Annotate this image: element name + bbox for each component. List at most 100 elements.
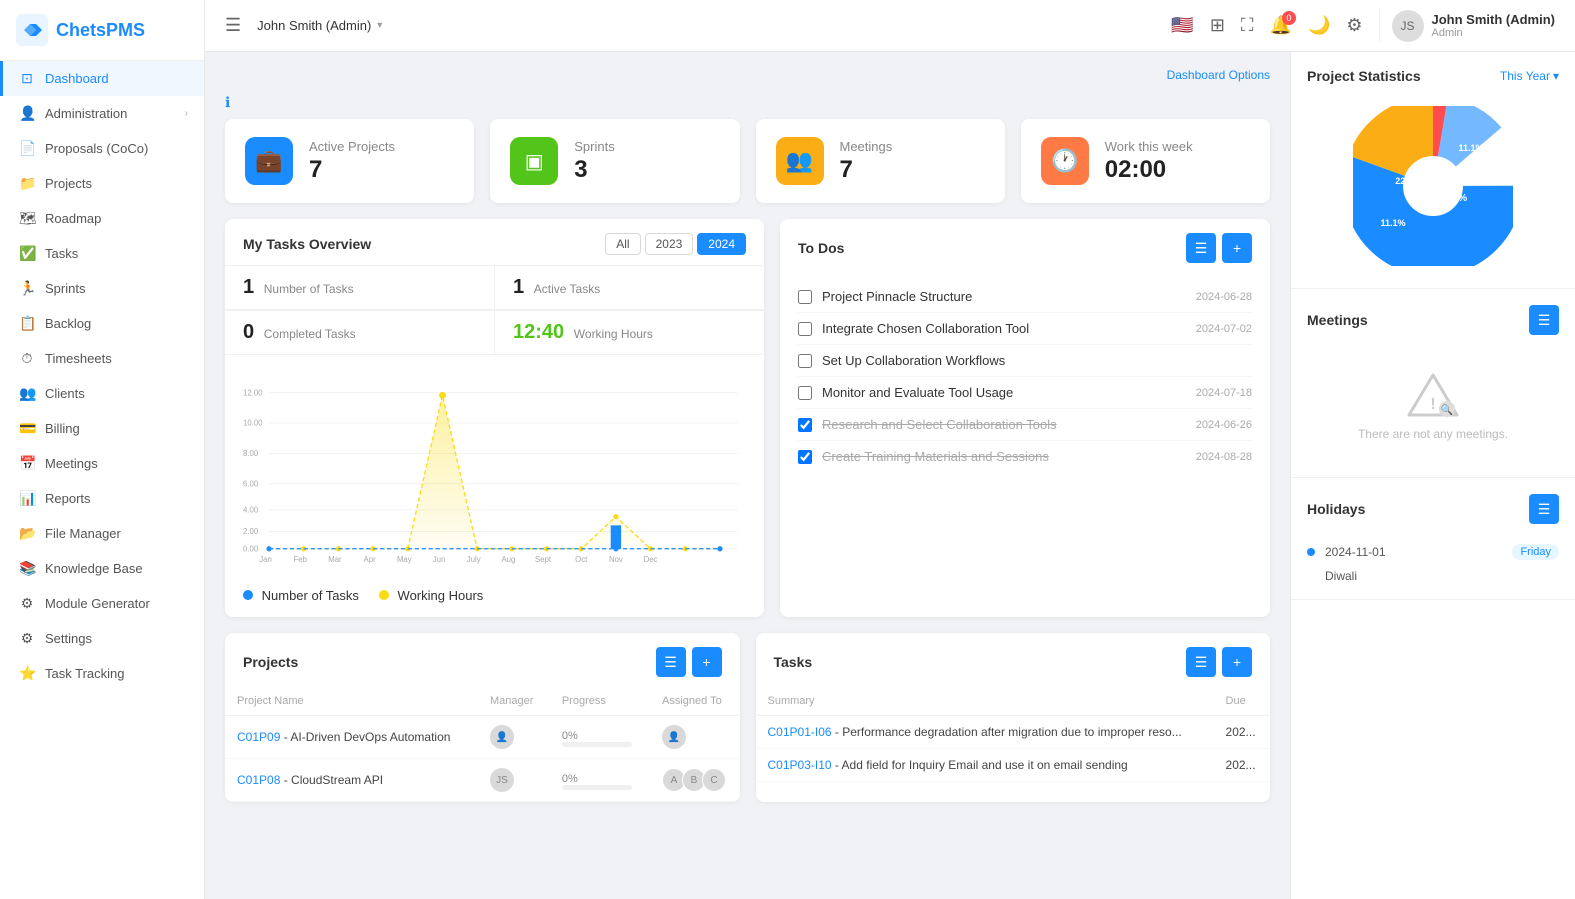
user-full-name: John Smith (Admin): [1432, 12, 1556, 27]
stat-card-meetings: 👥 Meetings 7: [756, 119, 1005, 203]
todo-checkbox-4[interactable]: [798, 386, 812, 400]
todo-checkbox-5[interactable]: [798, 418, 812, 432]
meetings-empty-state: ! 🔍 There are not any meetings.: [1307, 347, 1559, 461]
projects-card: Projects ☰ + Project Name Manager Progre…: [225, 633, 740, 802]
sidebar-item-knowledge-base[interactable]: 📚 Knowledge Base: [0, 551, 204, 586]
meetings-section-title: Meetings: [1307, 312, 1368, 328]
user-selector[interactable]: John Smith (Admin) ▾: [257, 18, 382, 33]
sidebar-item-tasks[interactable]: ✅ Tasks: [0, 236, 204, 271]
active-tasks-label: Active Tasks: [534, 282, 600, 296]
legend-tasks: Number of Tasks: [243, 588, 359, 603]
notification-bell-icon[interactable]: 🔔 0: [1270, 15, 1292, 36]
holiday-item: 2024-11-01 Friday: [1307, 536, 1559, 568]
holidays-view-button[interactable]: ☰: [1529, 494, 1559, 524]
sidebar-item-proposals[interactable]: 📄 Proposals (CoCo): [0, 131, 204, 166]
filter-2023[interactable]: 2023: [645, 233, 694, 255]
avatar[interactable]: JS: [1392, 10, 1424, 42]
chevron-down-icon: ▾: [1553, 69, 1559, 83]
sidebar-item-task-tracking[interactable]: ⭐ Task Tracking: [0, 656, 204, 691]
sidebar-item-sprints[interactable]: 🏃 Sprints: [0, 271, 204, 306]
user-profile-section: JS John Smith (Admin) Admin: [1379, 10, 1556, 42]
todo-checkbox-3[interactable]: [798, 354, 812, 368]
todo-item: Integrate Chosen Collaboration Tool 2024…: [798, 313, 1252, 345]
sidebar-label-dashboard: Dashboard: [45, 71, 188, 86]
filter-buttons: All 2023 2024: [605, 233, 746, 255]
todos-add-button[interactable]: +: [1222, 233, 1252, 263]
assignee-3: C: [702, 768, 726, 792]
legend-hours-label: Working Hours: [398, 588, 484, 603]
tasks-add-button[interactable]: +: [1222, 647, 1252, 677]
holiday-badge: Friday: [1512, 544, 1559, 560]
filter-all[interactable]: All: [605, 233, 640, 255]
projects-icon: 📁: [19, 175, 35, 192]
sidebar-logo[interactable]: ChetsPMS: [0, 0, 204, 61]
sidebar-item-settings[interactable]: ⚙ Settings: [0, 621, 204, 656]
module-generator-icon: ⚙: [19, 595, 35, 612]
sidebar-item-file-manager[interactable]: 📂 File Manager: [0, 516, 204, 551]
notification-badge: 0: [1282, 11, 1296, 25]
meetings-info: Meetings 7: [840, 139, 893, 184]
assignee-avatar: 👤: [662, 725, 686, 749]
svg-text:Mar: Mar: [328, 555, 342, 564]
svg-text:8.00: 8.00: [243, 449, 259, 458]
dashboard-options-label[interactable]: Dashboard Options: [1167, 68, 1270, 82]
tasks-table-actions: ☰ +: [1186, 647, 1252, 677]
tasks-list-view-button[interactable]: ☰: [1186, 647, 1216, 677]
clients-icon: 👥: [19, 385, 35, 402]
work-week-value: 02:00: [1105, 156, 1193, 184]
year-selector[interactable]: This Year ▾: [1500, 69, 1559, 83]
sidebar-item-administration[interactable]: 👤 Administration ›: [0, 96, 204, 131]
todo-item: Project Pinnacle Structure 2024-06-28: [798, 281, 1252, 313]
sidebar-item-dashboard[interactable]: ⊡ Dashboard: [0, 61, 204, 96]
tasks-table-header: Tasks ☰ +: [756, 633, 1271, 687]
sidebar-item-backlog[interactable]: 📋 Backlog: [0, 306, 204, 341]
pie-chart: 11.1% 11.1% 22.2% 55.6%: [1307, 96, 1559, 272]
project-link-1[interactable]: C01P09: [237, 730, 280, 744]
col-summary: Summary: [756, 687, 1214, 716]
table-row: C01P09 - AI-Driven DevOps Automation 👤 0…: [225, 716, 740, 759]
sidebar-label-module-generator: Module Generator: [45, 596, 188, 611]
filter-2024[interactable]: 2024: [697, 233, 746, 255]
sidebar-item-module-generator[interactable]: ⚙ Module Generator: [0, 586, 204, 621]
active-projects-value: 7: [309, 156, 395, 184]
project-name-cell: C01P08 - CloudStream API: [225, 759, 478, 802]
sidebar-label-proposals: Proposals (CoCo): [45, 141, 188, 156]
task-link-2[interactable]: C01P03-I10: [768, 758, 832, 772]
settings-gear-icon[interactable]: ⚙: [1346, 15, 1362, 36]
projects-list-view-button[interactable]: ☰: [656, 647, 686, 677]
todo-checkbox-6[interactable]: [798, 450, 812, 464]
stat-cards-row: 💼 Active Projects 7 ▣ Sprints 3 👥: [225, 119, 1270, 203]
svg-text:0.00: 0.00: [243, 544, 259, 553]
meetings-view-button[interactable]: ☰: [1529, 305, 1559, 335]
sidebar-item-projects[interactable]: 📁 Projects: [0, 166, 204, 201]
fullscreen-icon[interactable]: ⛶: [1241, 15, 1254, 36]
hamburger-icon[interactable]: ☰: [225, 15, 241, 36]
holidays-section-title: Holidays: [1307, 501, 1365, 517]
todo-checkbox-2[interactable]: [798, 322, 812, 336]
tasks-data-table: Summary Due C01P01-I06 - Performance deg…: [756, 687, 1271, 782]
language-flag-icon[interactable]: 🇺🇸: [1171, 15, 1193, 36]
sidebar-item-billing[interactable]: 💳 Billing: [0, 411, 204, 446]
todos-list-view-button[interactable]: ☰: [1186, 233, 1216, 263]
theme-toggle-icon[interactable]: 🌙: [1308, 15, 1330, 36]
todo-checkbox-1[interactable]: [798, 290, 812, 304]
sidebar-item-timesheets[interactable]: ⏱ Timesheets: [0, 341, 204, 376]
content-wrap: Dashboard Options ℹ 💼 Active Projects 7 …: [205, 52, 1575, 899]
project-assigned-cell: A B C: [650, 759, 740, 802]
task-tracking-icon: ⭐: [19, 665, 35, 682]
logo-icon: [16, 14, 48, 46]
meetings-empty-text: There are not any meetings.: [1358, 427, 1508, 441]
completed-tasks-stat: 0 Completed Tasks: [225, 311, 494, 354]
col-manager: Manager: [478, 687, 550, 716]
sidebar-item-reports[interactable]: 📊 Reports: [0, 481, 204, 516]
proposals-icon: 📄: [19, 140, 35, 157]
sidebar-item-meetings[interactable]: 📅 Meetings: [0, 446, 204, 481]
project-link-2[interactable]: C01P08: [237, 773, 280, 787]
projects-add-button[interactable]: +: [692, 647, 722, 677]
sprints-icon: 🏃: [19, 280, 35, 297]
manager-avatar-2: JS: [490, 768, 514, 792]
apps-grid-icon[interactable]: ⊞: [1210, 15, 1225, 36]
sidebar-item-roadmap[interactable]: 🗺 Roadmap: [0, 201, 204, 236]
task-link-1[interactable]: C01P01-I06: [768, 725, 832, 739]
sidebar-item-clients[interactable]: 👥 Clients: [0, 376, 204, 411]
